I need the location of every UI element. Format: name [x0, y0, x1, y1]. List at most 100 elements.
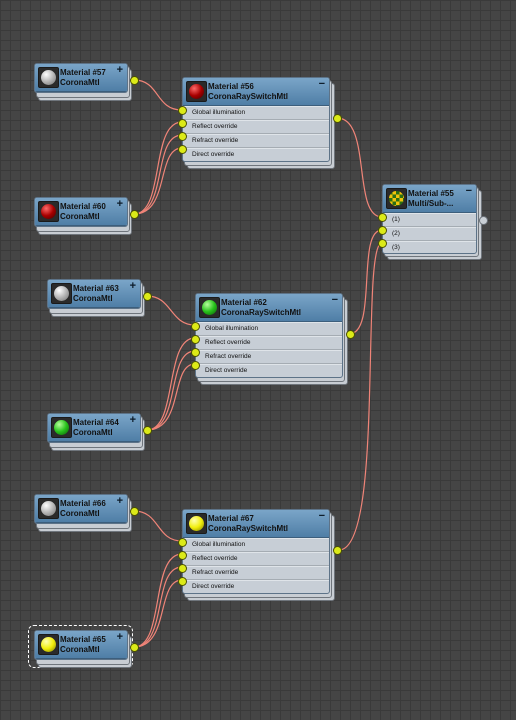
output-port[interactable]	[143, 426, 152, 435]
node-material-67[interactable]: Material #67 CoronaRaySwitchMtl − Global…	[178, 509, 342, 601]
output-port[interactable]	[130, 643, 139, 652]
wire-m64-to-m62-direct	[146, 363, 196, 431]
input-port[interactable]	[378, 213, 387, 222]
input-port[interactable]	[178, 577, 187, 586]
node-subtitle: CoronaRaySwitchMtl	[221, 308, 302, 317]
slot-reflect-override[interactable]: Reflect override	[183, 120, 329, 134]
input-port[interactable]	[178, 564, 187, 573]
output-port[interactable]	[333, 546, 342, 555]
slot-refract-override[interactable]: Refract override	[183, 134, 329, 148]
node-subtitle: CoronaMtl	[60, 212, 100, 221]
node-title: Material #67	[208, 514, 254, 523]
wire-m66-to-m67-gi	[133, 510, 183, 542]
node-title: Material #60	[60, 202, 106, 211]
input-port[interactable]	[378, 226, 387, 235]
white-sphere-icon	[38, 498, 59, 519]
node-material-57[interactable]: Material #57 CoronaMtl +	[34, 63, 139, 101]
collapse-button[interactable]: −	[332, 294, 338, 306]
output-port[interactable]	[130, 76, 139, 85]
node-subtitle: CoronaRaySwitchMtl	[208, 524, 289, 533]
slot-1[interactable]: (1)	[383, 213, 476, 227]
node-title: Material #56	[208, 82, 254, 91]
output-port[interactable]	[130, 210, 139, 219]
node-subtitle: CoronaMtl	[60, 645, 100, 654]
output-port[interactable]	[333, 114, 342, 123]
wire-m64-to-m62-reflect	[146, 337, 196, 431]
slot-reflect-override[interactable]: Reflect override	[183, 552, 329, 566]
node-subtitle: CoronaRaySwitchMtl	[208, 92, 289, 101]
slot-global-illumination[interactable]: Global illumination	[196, 322, 342, 336]
wire-m57-to-m56-gi	[133, 79, 183, 111]
slot-global-illumination[interactable]: Global illumination	[183, 106, 329, 120]
slot-direct-override[interactable]: Direct override	[183, 580, 329, 593]
expand-button[interactable]: +	[130, 280, 136, 292]
input-port[interactable]	[178, 119, 187, 128]
input-port[interactable]	[178, 538, 187, 547]
input-port[interactable]	[178, 106, 187, 115]
slot-3[interactable]: (3)	[383, 241, 476, 253]
input-port[interactable]	[178, 551, 187, 560]
red-sphere-icon	[186, 81, 207, 102]
output-port[interactable]	[479, 216, 488, 225]
input-port[interactable]	[178, 145, 187, 154]
node-title: Material #55	[408, 189, 454, 198]
expand-button[interactable]: +	[130, 414, 136, 426]
wire-m65-to-m67-reflect	[133, 553, 183, 648]
collapse-button[interactable]: −	[319, 78, 325, 90]
checker-icon	[386, 188, 407, 209]
wire-m60-to-m56-direct	[133, 147, 183, 215]
white-sphere-icon	[51, 283, 72, 304]
node-title: Material #63	[73, 284, 119, 293]
red-sphere-icon	[38, 201, 59, 222]
input-port[interactable]	[191, 322, 200, 331]
slot-refract-override[interactable]: Refract override	[183, 566, 329, 580]
input-port[interactable]	[191, 348, 200, 357]
green-sphere-icon	[51, 417, 72, 438]
wire-m65-to-m67-refract	[133, 566, 183, 648]
node-material-56[interactable]: Material #56 CoronaRaySwitchMtl − Global…	[178, 77, 342, 169]
input-port[interactable]	[191, 361, 200, 370]
wire-m65-to-m67-direct	[133, 579, 183, 648]
node-material-55[interactable]: Material #55 Multi/Sub-... − (1) (2) (3)	[378, 184, 488, 260]
collapse-button[interactable]: −	[319, 510, 325, 522]
wire-m56-to-m55-1	[336, 117, 383, 218]
output-port[interactable]	[143, 292, 152, 301]
green-sphere-icon	[199, 297, 220, 318]
node-subtitle: CoronaMtl	[73, 428, 113, 437]
input-port[interactable]	[178, 132, 187, 141]
expand-button[interactable]: +	[117, 631, 123, 643]
node-material-66[interactable]: Material #66 CoronaMtl +	[34, 494, 139, 532]
expand-button[interactable]: +	[117, 198, 123, 210]
node-title: Material #62	[221, 298, 267, 307]
wire-m60-to-m56-refract	[133, 134, 183, 215]
node-subtitle: CoronaMtl	[73, 294, 113, 303]
collapse-button[interactable]: −	[466, 185, 472, 197]
slot-global-illumination[interactable]: Global illumination	[183, 538, 329, 552]
node-subtitle: CoronaMtl	[60, 78, 100, 87]
node-title: Material #57	[60, 68, 106, 77]
input-port[interactable]	[191, 335, 200, 344]
slot-reflect-override[interactable]: Reflect override	[196, 336, 342, 350]
output-port[interactable]	[346, 330, 355, 339]
slot-refract-override[interactable]: Refract override	[196, 350, 342, 364]
node-material-63[interactable]: Material #63 CoronaMtl +	[47, 279, 152, 317]
yellow-sphere-icon	[186, 513, 207, 534]
node-title: Material #65	[60, 635, 106, 644]
wire-m64-to-m62-refract	[146, 350, 196, 431]
white-sphere-icon	[38, 67, 59, 88]
input-port[interactable]	[378, 239, 387, 248]
output-port[interactable]	[130, 507, 139, 516]
expand-button[interactable]: +	[117, 64, 123, 76]
node-subtitle: Multi/Sub-...	[408, 199, 454, 208]
node-material-64[interactable]: Material #64 CoronaMtl +	[47, 413, 152, 451]
node-material-62[interactable]: Material #62 CoronaRaySwitchMtl − Global…	[191, 293, 355, 385]
node-material-60[interactable]: Material #60 CoronaMtl +	[34, 197, 139, 235]
slot-direct-override[interactable]: Direct override	[196, 364, 342, 377]
slot-direct-override[interactable]: Direct override	[183, 148, 329, 161]
node-subtitle: CoronaMtl	[60, 509, 100, 518]
wire-m60-to-m56-reflect	[133, 121, 183, 215]
expand-button[interactable]: +	[117, 495, 123, 507]
slot-2[interactable]: (2)	[383, 227, 476, 241]
node-material-65[interactable]: Material #65 CoronaMtl +	[34, 630, 139, 668]
node-title: Material #64	[73, 418, 119, 427]
